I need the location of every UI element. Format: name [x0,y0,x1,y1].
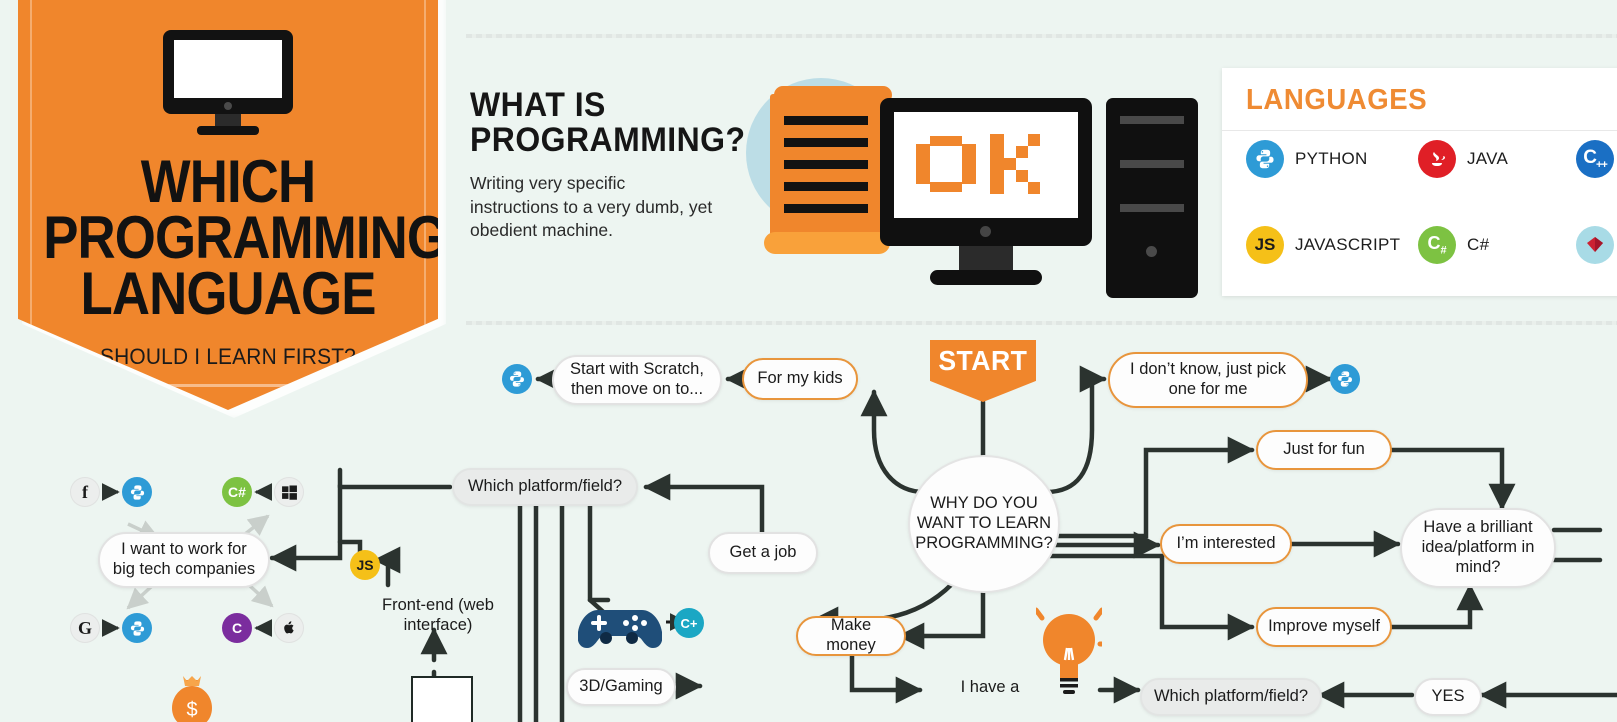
flow-node-root-question[interactable]: WHY DO YOU WANT TO LEARN PROGRAMMING? [908,455,1060,593]
flow-node-label: I’m interested [1176,534,1276,553]
ok-pixel-text [916,134,1040,194]
javascript-icon: JS [1246,226,1284,264]
flow-node-dont-know[interactable]: I don’t know, just pick one for me [1108,352,1308,408]
apple-icon[interactable] [274,613,304,643]
flow-node-which-platform-1[interactable]: Which platform/field? [452,468,638,506]
python-icon[interactable] [502,364,532,394]
title-line-2: PROGRAMMING [43,203,448,271]
divider-top [466,34,1617,38]
flow-node-start-with-scratch[interactable]: Start with Scratch, then move on to... [552,355,722,405]
language-item-java[interactable]: JAVA [1418,140,1508,178]
flow-node-3d-gaming[interactable]: 3D/Gaming [566,668,676,706]
flow-node-label: I want to work for big tech companies [112,540,256,578]
languages-card: LANGUAGES PYTHON JAVA C++C++ JS JAVASCRIPT C#… [1222,68,1617,296]
language-item-c-[interactable]: C# C# [1418,226,1489,264]
flow-node-label: 3D/Gaming [579,677,663,696]
language-name: C# [1467,235,1490,254]
language-name: PYTHON [1295,149,1368,168]
desktop-monitor-icon [163,30,293,135]
flow-node-label: I don’t know, just pick one for me [1130,360,1286,398]
flow-node-which-platform-2[interactable]: Which platform/field? [1140,678,1322,716]
cplusplus-icon[interactable]: C+ [674,608,704,638]
start-label: START [938,345,1028,376]
flow-node-im-interested[interactable]: I’m interested [1160,524,1292,564]
what-is-programming-body: Writing very specific instructions to a … [470,173,713,241]
python-icon[interactable] [122,613,152,643]
language-item-c-[interactable]: C++C++ [1576,140,1617,178]
banner-rule [110,384,346,387]
google-icon[interactable]: G [70,613,100,643]
csharp-icon[interactable]: C# [222,477,252,507]
computer-tower-icon [1106,98,1198,298]
start-banner: START [930,340,1036,402]
objective-c-icon[interactable]: C [222,613,252,643]
flow-node-make-money[interactable]: Make money [796,616,906,656]
python-icon [1246,140,1284,178]
flow-node-label: Just for fun [1283,440,1365,459]
flow-node-label: Which platform/field? [467,477,623,496]
flow-node-improve-myself[interactable]: Improve myself [1256,607,1392,647]
divider-middle [466,321,1617,325]
flow-node-label: Which platform/field? [1153,687,1309,706]
facebook-icon[interactable]: f [70,477,100,507]
language-name: JAVA [1467,149,1509,168]
lightbulb-icon [1033,596,1111,701]
languages-card-divider [1222,130,1617,131]
flow-node-label: WHY DO YOU WANT TO LEARN PROGRAMMING? [915,494,1053,552]
page-title: WHICH PROGRAMMING LANGUAGE [18,148,448,327]
document-icon [413,678,471,722]
flow-node-for-my-kids[interactable]: For my kids [742,358,858,400]
desktop-monitor-icon [880,98,1092,296]
python-icon[interactable] [1330,364,1360,394]
languages-card-title: LANGUAGES [1246,84,1428,116]
flow-node-label: Make money [826,616,876,654]
title-line-1: WHICH [140,148,316,215]
title-banner: WHICH PROGRAMMING LANGUAGE SHOULD I LEAR… [18,0,448,418]
flow-label-front-end: Front-end (web interface) [382,596,494,634]
language-item-python[interactable]: PYTHON [1246,140,1368,178]
language-item-ruby[interactable]: RUBY [1576,226,1617,264]
flow-node-get-a-job[interactable]: Get a job [708,532,818,574]
flow-node-label: Get a job [729,543,797,562]
hero-graphic [738,70,1208,310]
flow-node-label: Improve myself [1268,617,1380,636]
flow-node-big-tech[interactable]: I want to work for big tech companies [98,532,270,588]
language-item-javascript[interactable]: JS JAVASCRIPT [1246,226,1400,264]
csharp-icon: C# [1418,226,1456,264]
cplusplus-icon: C++ [1576,140,1614,178]
windows-icon[interactable] [274,477,304,507]
heading-line-2: PROGRAMMING? [470,121,746,160]
title-line-3: LANGUAGE [80,259,376,327]
flow-node-label: YES [1431,687,1465,706]
gamepad-icon [577,604,663,657]
flow-label-i-have-a: I have a [960,678,1020,696]
language-name: JAVASCRIPT [1295,235,1401,254]
svg-text:$: $ [186,699,197,721]
flow-node-just-for-fun[interactable]: Just for fun [1256,430,1392,470]
money-bag-icon: $ [165,672,219,722]
flow-node-label: For my kids [757,369,843,388]
javascript-icon[interactable]: JS [350,550,380,580]
flow-node-label: Start with Scratch, then move on to... [570,360,704,398]
ruby-icon [1576,226,1614,264]
flow-node-yes[interactable]: YES [1414,678,1482,716]
flow-node-brilliant-idea[interactable]: Have a brilliant idea/platform in mind? [1400,508,1556,588]
java-icon [1418,140,1456,178]
heading-line-1: WHAT IS [470,86,606,124]
flow-node-label: Have a brilliant idea/platform in mind? [1421,518,1535,576]
section-heading-what-is-programming: WHAT IS PROGRAMMING? [470,86,752,160]
scroll-document-icon [764,80,892,270]
infographic-canvas: WHICH PROGRAMMING LANGUAGE SHOULD I LEAR… [0,0,1617,722]
